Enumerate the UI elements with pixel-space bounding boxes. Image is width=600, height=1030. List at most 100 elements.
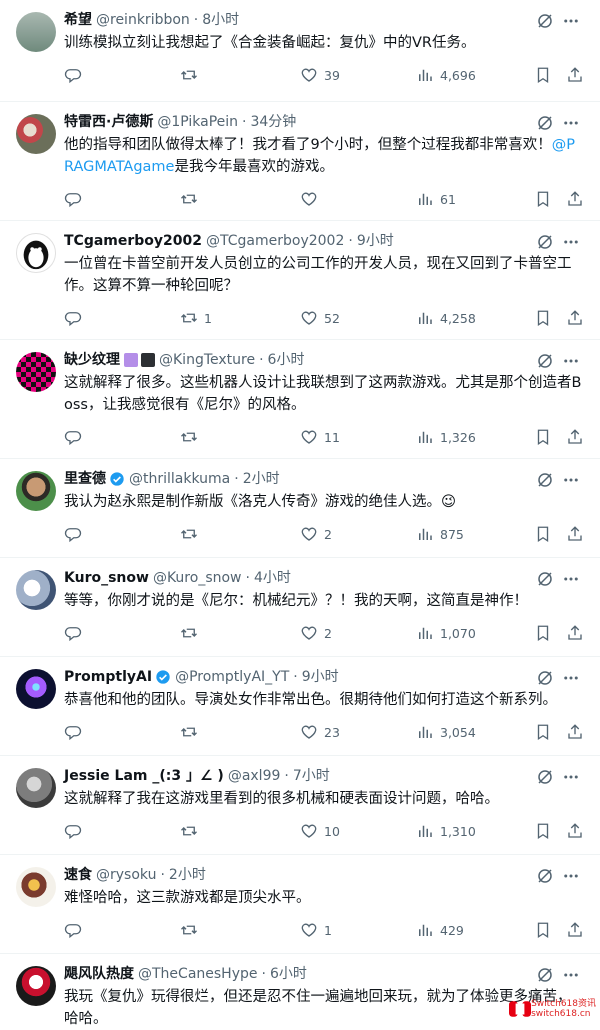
like-button[interactable]: 1: [300, 919, 332, 941]
grok-icon[interactable]: [536, 867, 554, 885]
retweet-button[interactable]: [180, 919, 204, 941]
reply-button[interactable]: [64, 919, 88, 941]
display-name[interactable]: 飓风队热度: [64, 964, 134, 984]
reply-tweet[interactable]: 里查德 @thrillakkuma · 2小时 我认为赵永熙是制作新版《洛克人传…: [0, 459, 600, 558]
bookmark-button[interactable]: [534, 820, 552, 842]
bookmark-button[interactable]: [534, 64, 552, 86]
bookmark-button[interactable]: [534, 622, 552, 644]
retweet-button[interactable]: [180, 820, 204, 842]
like-button[interactable]: 2: [300, 523, 332, 545]
grok-icon[interactable]: [536, 114, 554, 132]
avatar[interactable]: [16, 966, 56, 1006]
views-button[interactable]: 4,696: [416, 64, 476, 86]
share-button[interactable]: [566, 622, 584, 644]
more-options-icon[interactable]: [562, 12, 580, 30]
retweet-button[interactable]: 1: [180, 307, 212, 329]
avatar[interactable]: [16, 669, 56, 709]
reply-button[interactable]: [64, 622, 88, 644]
user-handle[interactable]: @KingTexture: [159, 350, 255, 370]
user-handle[interactable]: @axl99: [228, 766, 281, 786]
share-button[interactable]: [566, 721, 584, 743]
grok-icon[interactable]: [536, 570, 554, 588]
share-button[interactable]: [566, 820, 584, 842]
more-options-icon[interactable]: [562, 114, 580, 132]
views-button[interactable]: 1,310: [416, 820, 476, 842]
retweet-button[interactable]: [180, 721, 204, 743]
more-options-icon[interactable]: [562, 768, 580, 786]
display-name[interactable]: 里查德: [64, 469, 106, 489]
display-name[interactable]: 速食: [64, 865, 92, 885]
timestamp[interactable]: 7小时: [293, 766, 330, 786]
reply-button[interactable]: [64, 523, 88, 545]
views-button[interactable]: 1,070: [416, 622, 476, 644]
grok-icon[interactable]: [536, 352, 554, 370]
bookmark-button[interactable]: [534, 426, 552, 448]
like-button[interactable]: [300, 188, 324, 210]
bookmark-button[interactable]: [534, 307, 552, 329]
more-options-icon[interactable]: [562, 471, 580, 489]
user-handle[interactable]: @TheCanesHype: [138, 964, 258, 984]
avatar[interactable]: [16, 12, 56, 52]
avatar[interactable]: [16, 570, 56, 610]
bookmark-button[interactable]: [534, 919, 552, 941]
reply-button[interactable]: [64, 721, 88, 743]
display-name[interactable]: 希望: [64, 10, 92, 30]
avatar[interactable]: [16, 114, 56, 154]
grok-icon[interactable]: [536, 471, 554, 489]
share-button[interactable]: [566, 307, 584, 329]
user-handle[interactable]: @Kuro_snow: [153, 568, 242, 588]
timestamp[interactable]: 6小时: [270, 964, 307, 984]
retweet-button[interactable]: [180, 622, 204, 644]
reply-tweet[interactable]: TCgamerboy2002 @TCgamerboy2002 · 9小时 一位曾…: [0, 221, 600, 340]
retweet-button[interactable]: [180, 426, 204, 448]
grok-icon[interactable]: [536, 966, 554, 984]
display-name[interactable]: PromptlyAI: [64, 667, 152, 687]
more-options-icon[interactable]: [562, 669, 580, 687]
reply-button[interactable]: [64, 307, 88, 329]
grok-icon[interactable]: [536, 233, 554, 251]
timestamp[interactable]: 34分钟: [250, 112, 296, 132]
reply-button[interactable]: [64, 426, 88, 448]
avatar[interactable]: [16, 867, 56, 907]
timestamp[interactable]: 4小时: [254, 568, 291, 588]
views-button[interactable]: 1,326: [416, 426, 476, 448]
views-button[interactable]: 61: [416, 188, 456, 210]
more-options-icon[interactable]: [562, 352, 580, 370]
reply-tweet[interactable]: 特雷西·卢德斯 @1PikaPein · 34分钟 他的指导和团队做得太棒了！我…: [0, 102, 600, 221]
user-handle[interactable]: @reinkribbon: [96, 10, 190, 30]
avatar[interactable]: [16, 352, 56, 392]
user-handle[interactable]: @rysoku: [96, 865, 156, 885]
views-button[interactable]: 3,054: [416, 721, 476, 743]
grok-icon[interactable]: [536, 768, 554, 786]
reply-button[interactable]: [64, 820, 88, 842]
user-handle[interactable]: @TCgamerboy2002: [206, 231, 344, 251]
reply-tweet[interactable]: PromptlyAI @PromptlyAI_YT · 9小时 恭喜他和他的团队…: [0, 657, 600, 756]
display-name[interactable]: Kuro_snow: [64, 568, 149, 588]
views-button[interactable]: 875: [416, 523, 464, 545]
timestamp[interactable]: 2小时: [243, 469, 280, 489]
share-button[interactable]: [566, 919, 584, 941]
display-name[interactable]: 缺少纹理: [64, 350, 120, 370]
reply-button[interactable]: [64, 64, 88, 86]
more-options-icon[interactable]: [562, 966, 580, 984]
retweet-button[interactable]: [180, 523, 204, 545]
avatar[interactable]: [16, 471, 56, 511]
avatar[interactable]: [16, 233, 56, 273]
share-button[interactable]: [566, 523, 584, 545]
grok-icon[interactable]: [536, 12, 554, 30]
timestamp[interactable]: 9小时: [302, 667, 339, 687]
timestamp[interactable]: 6小时: [268, 350, 305, 370]
user-handle[interactable]: @thrillakkuma: [129, 469, 230, 489]
reply-tweet[interactable]: 希望 @reinkribbon · 8小时 训练模拟立刻让我想起了《合金装备崛起…: [0, 0, 600, 102]
like-button[interactable]: 11: [300, 426, 340, 448]
more-options-icon[interactable]: [562, 867, 580, 885]
grok-icon[interactable]: [536, 669, 554, 687]
reply-tweet[interactable]: 速食 @rysoku · 2小时 难怪哈哈，这三款游戏都是顶尖水平。 1 429: [0, 855, 600, 954]
retweet-button[interactable]: [180, 64, 204, 86]
share-button[interactable]: [566, 188, 584, 210]
display-name[interactable]: 特雷西·卢德斯: [64, 112, 153, 132]
bookmark-button[interactable]: [534, 721, 552, 743]
bookmark-button[interactable]: [534, 523, 552, 545]
like-button[interactable]: 2: [300, 622, 332, 644]
timestamp[interactable]: 2小时: [169, 865, 206, 885]
